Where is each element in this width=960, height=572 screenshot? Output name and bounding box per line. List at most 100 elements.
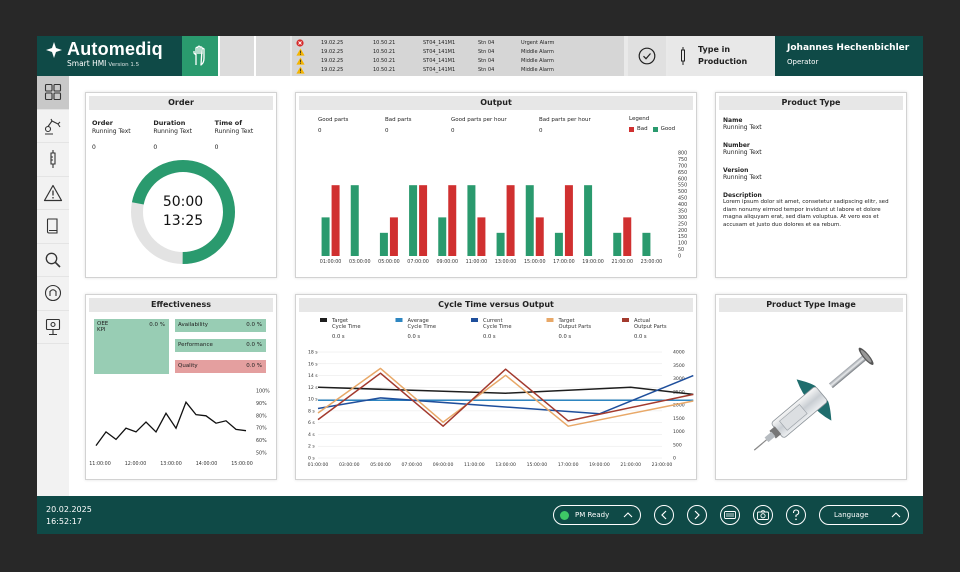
legend-label-line2: Output Parts [559, 324, 592, 330]
alarm-row[interactable]: 19.02.25 10.50.21 ST04_141M1 Stn 04 Midd… [296, 56, 624, 65]
sidebar-item-support[interactable] [37, 277, 69, 311]
header-slot-1[interactable] [218, 36, 254, 76]
alarm-time: 10.50.21 [373, 66, 396, 73]
keyboard-icon [724, 511, 736, 519]
duration-field-sub: Running Text [153, 128, 192, 135]
legend-value: 0.0 s [634, 334, 647, 340]
current-time: 16:52:17 [46, 517, 82, 526]
order-field-label: Order [92, 119, 113, 127]
number-label: Number [723, 142, 750, 149]
alarm-message: Urgent Alarm [521, 39, 555, 46]
y-tick-label: 500 [678, 189, 687, 195]
bad-bar [623, 217, 632, 256]
performance-label: Performance [178, 342, 213, 348]
quality-kpi[interactable]: Quality 0.0 % [175, 360, 266, 373]
x-tick-label: 17:00:00 [553, 259, 575, 265]
sidebar-item-alarms[interactable] [37, 177, 69, 210]
search-icon [45, 252, 61, 268]
oee-kpi-box[interactable]: OEE KPI 0.0 % [94, 319, 169, 374]
user-panel[interactable]: Johannes Hechenbichler Operator [775, 36, 923, 76]
y-tick-label: 750 [678, 157, 687, 163]
sidebar-item-dashboard[interactable] [37, 76, 69, 110]
x-tick-label: 09:00:00 [433, 462, 454, 468]
product-type-panel: Product Type Name Running Text Number Ru… [715, 92, 907, 278]
user-name: Johannes Hechenbichler [787, 43, 910, 53]
legend-value: 0.0 s [483, 334, 496, 340]
x-tick-label: 01:00:00 [320, 259, 342, 265]
order-panel: Order Order Running Text 0 Duration Runn… [85, 92, 277, 278]
warning-icon [43, 184, 63, 201]
status-ok-indicator[interactable] [628, 36, 666, 76]
syringe-product-image [753, 347, 874, 451]
metric-value: 0 [539, 128, 543, 134]
pm-status-label: PM Ready [575, 511, 610, 519]
version-label: Version [723, 167, 749, 174]
sidebar-item-manual[interactable] [37, 210, 69, 244]
legend-value: 0.0 s [559, 334, 572, 340]
sidebar-item-settings[interactable] [37, 311, 69, 344]
x-tick-label: 15:00:00 [231, 461, 253, 467]
header-slot-2[interactable] [254, 36, 290, 76]
sidebar-item-product[interactable] [37, 143, 69, 177]
support-icon [44, 285, 62, 302]
sidebar-item-search[interactable] [37, 244, 69, 277]
performance-kpi[interactable]: Performance 0.0 % [175, 339, 266, 352]
y-right-tick-label: 4000 [673, 350, 685, 356]
y-tick-label: 400 [678, 202, 687, 208]
next-button[interactable] [687, 505, 707, 525]
cycle-time-title: Cycle Time versus Output [299, 298, 693, 312]
legend-value: 0.0 s [332, 334, 345, 340]
good-bar [379, 232, 388, 256]
order-field-value: 0 [92, 144, 96, 151]
alarm-date: 19.02.25 [321, 57, 344, 64]
series-line [317, 374, 694, 415]
previous-button[interactable] [654, 505, 674, 525]
metric-label: Bad parts [385, 117, 412, 123]
alarm-row[interactable]: 19.02.25 10.50.21 ST04_141M1 Stn 04 Midd… [296, 47, 624, 56]
order-time-display: 13:25 [162, 213, 204, 229]
good-bar [438, 217, 447, 256]
sidebar-nav [37, 76, 69, 496]
y-tick-label: 50 [678, 247, 684, 253]
x-tick-label: 23:00:00 [652, 462, 673, 468]
y-tick-label: 60% [256, 438, 267, 444]
production-type-status[interactable]: Type in Production [668, 36, 770, 76]
chevron-up-icon [891, 512, 901, 518]
good-parts-hour-metric: Good parts per hour 0 [451, 116, 539, 135]
x-tick-label: 14:00:00 [196, 461, 218, 467]
pm-status-dropdown[interactable]: PM Ready [553, 505, 641, 525]
alarm-station: Stn 04 [478, 57, 495, 64]
alarm-code: ST04_141M1 [423, 66, 456, 73]
x-tick-label: 07:00:00 [401, 462, 422, 468]
alarm-row[interactable]: 19.02.25 10.50.21 ST04_141M1 Stn 04 Midd… [296, 65, 624, 74]
language-dropdown[interactable]: Language [819, 505, 909, 525]
alarm-row[interactable]: 19.02.25 10.50.21 ST04_141M1 Stn 04 Urge… [296, 38, 624, 47]
camera-button[interactable] [753, 505, 773, 525]
effectiveness-line-chart: 100% 90% 80% 70% 60% 50% 11:00:00 12:00:00 13:00… [89, 389, 270, 468]
good-bar [525, 185, 534, 256]
status-type-line2: Production [698, 57, 748, 66]
availability-kpi[interactable]: Availability 0.0 % [175, 319, 266, 332]
product-image-panel: Product Type Image [715, 294, 907, 480]
legend-label-line2: Cycle Time [483, 324, 512, 330]
x-tick-label: 11:00:00 [464, 462, 485, 468]
clock: 20.02.2025 16:52:17 [46, 504, 92, 528]
duration-field: Duration Running Text 0 [153, 119, 214, 152]
bad-parts-hour-metric: Bad parts per hour 0 [539, 116, 624, 135]
help-button[interactable] [786, 505, 806, 525]
help-icon [792, 509, 800, 521]
alarm-time: 10.50.21 [373, 57, 396, 64]
alarm-list[interactable]: 19.02.25 10.50.21 ST04_141M1 Stn 04 Urge… [292, 36, 624, 76]
availability-value: 0.0 % [246, 322, 262, 328]
output-panel: Output Good parts 0 Bad parts 0 Good par… [295, 92, 697, 278]
x-tick-label: 19:00:00 [582, 259, 604, 265]
settings-monitor-icon [45, 318, 61, 335]
y-left-tick-label: 4 s [308, 432, 315, 438]
keyboard-button[interactable] [720, 505, 740, 525]
time-field-sub: Running Text [214, 128, 254, 135]
manual-mode-button[interactable] [182, 36, 218, 76]
order-field: Order Running Text 0 [92, 119, 153, 152]
good-bar [584, 185, 593, 256]
y-tick-label: 600 [678, 176, 687, 182]
sidebar-item-robot[interactable] [37, 110, 69, 143]
